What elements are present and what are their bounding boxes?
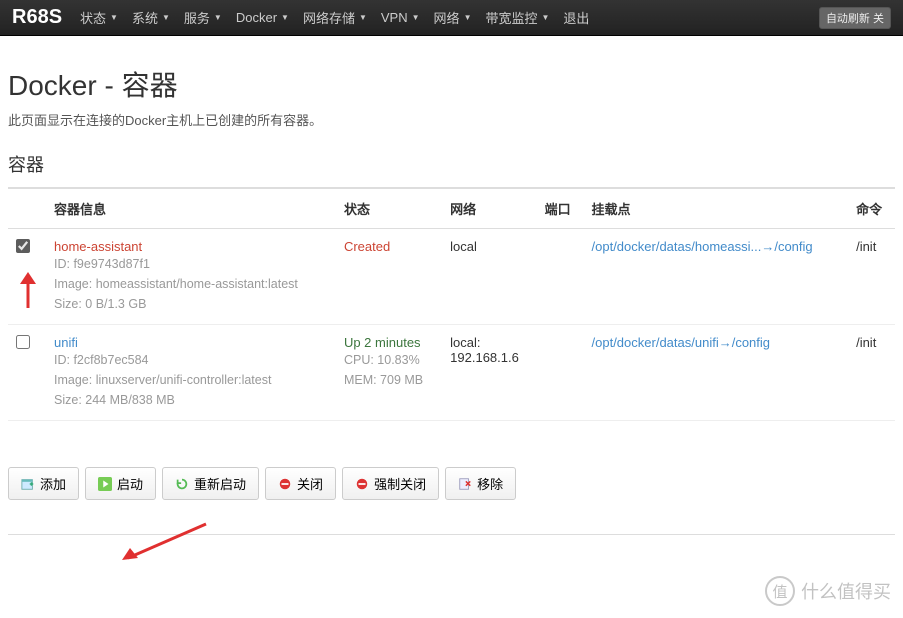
restart-icon — [175, 477, 189, 491]
command-value: /init — [856, 239, 876, 254]
network-value: local — [450, 239, 477, 254]
stop-button[interactable]: 关闭 — [265, 467, 336, 500]
row-checkbox[interactable] — [16, 335, 30, 349]
auto-refresh-toggle[interactable]: 自动刷新 关 — [819, 7, 891, 29]
status-cpu: CPU: 10.83% — [344, 350, 434, 370]
action-bar: 添加 启动 重新启动 关闭 强制关闭 移除 — [8, 461, 895, 506]
remove-button[interactable]: 移除 — [445, 467, 516, 500]
page-title: Docker - 容器 — [8, 64, 895, 104]
watermark: 值 什么值得买 — [765, 576, 891, 606]
col-status: 状态 — [336, 189, 442, 229]
container-name-link[interactable]: unifi — [54, 335, 78, 350]
network-value: local: — [450, 335, 528, 350]
mount-link[interactable]: /opt/docker/datas/unifi→/config — [592, 335, 771, 350]
nav-network[interactable]: 网络▼ — [434, 8, 472, 27]
brand[interactable]: R68S — [12, 6, 62, 29]
watermark-text: 什么值得买 — [801, 578, 891, 604]
col-mounts: 挂载点 — [584, 189, 849, 229]
status-badge: Up 2 minutes — [344, 335, 434, 350]
chevron-down-icon: ▼ — [281, 13, 289, 22]
nav-status[interactable]: 状态▼ — [80, 8, 118, 27]
nav-nas[interactable]: 网络存储▼ — [303, 8, 367, 27]
nav-system[interactable]: 系统▼ — [132, 8, 170, 27]
nav-vpn[interactable]: VPN▼ — [381, 10, 420, 25]
stop-icon — [278, 477, 292, 491]
nav-bandwidth[interactable]: 带宽监控▼ — [485, 8, 549, 27]
restart-button[interactable]: 重新启动 — [162, 467, 259, 500]
col-info: 容器信息 — [46, 189, 336, 229]
remove-icon — [458, 477, 472, 491]
chevron-down-icon: ▼ — [110, 13, 118, 22]
navbar: R68S 状态▼ 系统▼ 服务▼ Docker▼ 网络存储▼ VPN▼ 网络▼ … — [0, 0, 903, 36]
kill-button[interactable]: 强制关闭 — [342, 467, 439, 500]
watermark-badge-icon: 值 — [765, 576, 795, 606]
page-content: Docker - 容器 此页面显示在连接的Docker主机上已创建的所有容器。 … — [0, 36, 903, 545]
add-icon — [21, 477, 35, 491]
table-row: home-assistant ID: f9e9743d87f1 Image: h… — [8, 229, 895, 325]
table-row: unifi ID: f2cf8b7ec584 Image: linuxserve… — [8, 325, 895, 421]
start-button[interactable]: 启动 — [85, 467, 156, 500]
chevron-down-icon: ▼ — [214, 13, 222, 22]
section-title: 容器 — [8, 151, 895, 177]
status-mem: MEM: 709 MB — [344, 370, 434, 390]
add-button[interactable]: 添加 — [8, 467, 79, 500]
row-checkbox[interactable] — [16, 239, 30, 253]
chevron-down-icon: ▼ — [412, 13, 420, 22]
mount-link[interactable]: /opt/docker/datas/homeassi...→/config — [592, 239, 813, 254]
chevron-down-icon: ▼ — [162, 13, 170, 22]
nav-logout[interactable]: 退出 — [563, 8, 589, 27]
col-network: 网络 — [442, 189, 536, 229]
status-badge: Created — [344, 239, 390, 254]
chevron-down-icon: ▼ — [542, 13, 550, 22]
play-icon — [98, 477, 112, 491]
page-description: 此页面显示在连接的Docker主机上已创建的所有容器。 — [8, 110, 895, 129]
nav-services[interactable]: 服务▼ — [184, 8, 222, 27]
container-name-link[interactable]: home-assistant — [54, 239, 142, 254]
col-command: 命令 — [848, 189, 895, 229]
nav-docker[interactable]: Docker▼ — [236, 10, 289, 25]
network-ip: 192.168.1.6 — [450, 350, 528, 365]
chevron-down-icon: ▼ — [359, 13, 367, 22]
kill-icon — [355, 477, 369, 491]
chevron-down-icon: ▼ — [464, 13, 472, 22]
containers-table: 容器信息 状态 网络 端口 挂载点 命令 home-assistant ID: … — [8, 188, 895, 421]
command-value: /init — [856, 335, 876, 350]
col-ports: 端口 — [537, 189, 584, 229]
